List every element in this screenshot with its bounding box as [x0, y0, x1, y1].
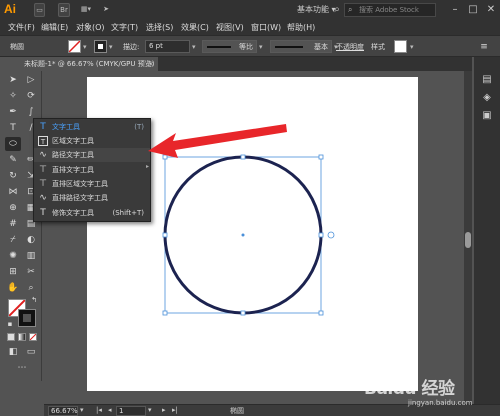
watermark-main: Baidu 经验	[364, 379, 455, 399]
red-arrow-icon	[148, 124, 287, 158]
watermark-sub: jingyan.baidu.com	[408, 399, 473, 407]
baidu-watermark: Baidu 经验 jingyan.baidu.com	[364, 374, 494, 414]
annotation-arrow	[148, 124, 287, 158]
